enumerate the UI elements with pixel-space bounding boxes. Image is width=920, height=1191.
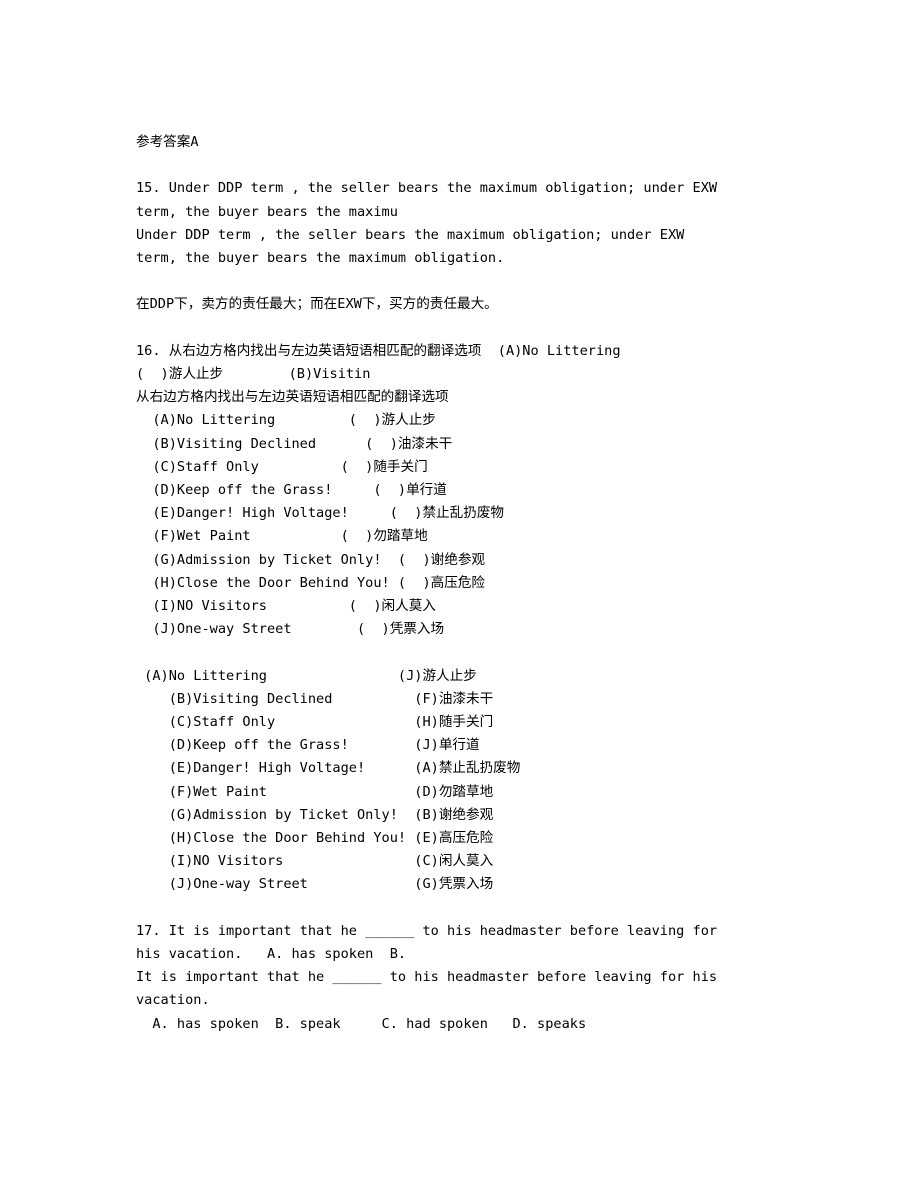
matching-row: (E)Danger! High Voltage! ( )禁止乱扔废物 xyxy=(136,505,505,522)
matching-row: (G)Admission by Ticket Only! ( )谢绝参观 xyxy=(136,551,486,568)
matching-answer-row: (D)Keep off the Grass! (J)单行道 xyxy=(136,737,480,754)
matching-answer-row: (B)Visiting Declined (F)油漆未干 xyxy=(136,690,494,707)
question-16-restatement: 从右边方格内找出与左边英语短语相匹配的翻译选项 xyxy=(136,389,449,406)
question-16-answer-list: (A)No Littering (J)游人止步 (B)Visiting Decl… xyxy=(136,665,836,897)
question-17-stem-line-1: 17. It is important that he ______ to hi… xyxy=(136,922,718,939)
matching-answer-row: (G)Admission by Ticket Only! (B)谢绝参观 xyxy=(136,806,494,823)
question-17-choices: A. has spoken B. speak C. had spoken D. … xyxy=(136,1015,587,1032)
matching-answer-row: (F)Wet Paint (D)勿踏草地 xyxy=(136,783,494,800)
matching-row: (B)Visiting Declined ( )油漆未干 xyxy=(136,435,453,452)
matching-row: (D)Keep off the Grass! ( )单行道 xyxy=(136,482,447,498)
reference-answer-header: 参考答案A xyxy=(136,134,199,150)
matching-answer-row: (J)One-way Street (G)凭票入场 xyxy=(136,876,494,893)
question-17-stem-line-2: his vacation. A. has spoken B. xyxy=(136,946,407,963)
question-15-answer-chinese: 在DDP下，卖方的责任最大；而在EXW下，买方的责任最大。 xyxy=(136,296,498,313)
question-16-stem-line-1: 16. 从右边方格内找出与左边英语短语相匹配的翻译选项 (A)No Litter… xyxy=(136,342,621,359)
question-15: 15. Under DDP term , the seller bears th… xyxy=(136,177,836,316)
matching-row: (A)No Littering ( )游人止步 xyxy=(136,412,436,429)
matching-answer-row: (C)Staff Only (H)随手关门 xyxy=(136,714,494,731)
question-16-exercise-list: (A)No Littering ( )游人止步 (B)Visiting Decl… xyxy=(136,409,836,641)
matching-row: (F)Wet Paint ( )勿踏草地 xyxy=(136,528,428,545)
matching-row: (H)Close the Door Behind You! ( )高压危险 xyxy=(136,574,486,591)
matching-answer-row: (E)Danger! High Voltage! (A)禁止乱扔废物 xyxy=(136,760,521,777)
matching-row: (C)Staff Only ( )随手关门 xyxy=(136,458,428,475)
question-16-stem-line-2: ( )游人止步 (B)Visitin xyxy=(136,365,371,382)
question-16: 16. 从右边方格内找出与左边英语短语相匹配的翻译选项 (A)No Litter… xyxy=(136,340,836,897)
question-17-restatement-line-1: It is important that he ______ to his he… xyxy=(136,969,718,986)
question-15-stem-line-1: 15. Under DDP term , the seller bears th… xyxy=(136,180,718,197)
question-17-restatement-line-2: vacation. xyxy=(136,992,210,1009)
document-page: 参考答案A 15. Under DDP term , the seller be… xyxy=(0,0,920,1191)
question-15-restatement-line-2: term, the buyer bears the maximum obliga… xyxy=(136,250,505,266)
matching-row: (I)NO Visitors ( )闲人莫入 xyxy=(136,598,436,615)
question-17: 17. It is important that he ______ to hi… xyxy=(136,920,836,1036)
matching-answer-row: (I)NO Visitors (C)闲人莫入 xyxy=(136,853,494,870)
matching-row: (J)One-way Street ( )凭票入场 xyxy=(136,621,445,638)
matching-answer-row: (A)No Littering (J)游人止步 xyxy=(136,667,477,684)
question-15-stem-line-2: term, the buyer bears the maximu xyxy=(136,203,398,220)
document-content: 参考答案A 15. Under DDP term , the seller be… xyxy=(136,131,836,1036)
matching-answer-row: (H)Close the Door Behind You! (E)高压危险 xyxy=(136,830,494,847)
question-15-restatement-line-1: Under DDP term , the seller bears the ma… xyxy=(136,226,685,243)
